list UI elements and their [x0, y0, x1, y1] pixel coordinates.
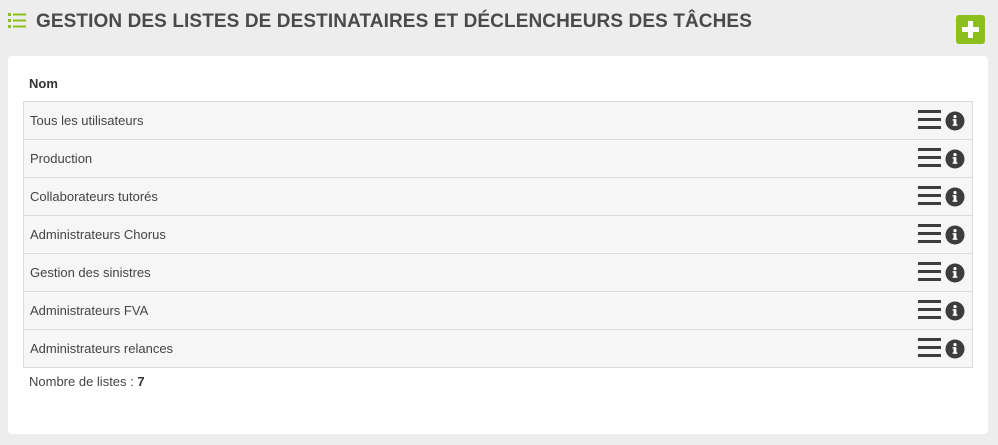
menu-icon[interactable]: [918, 109, 941, 130]
menu-icon[interactable]: [918, 299, 941, 320]
lists-panel: Nom Tous les utilisateurs Production Colla…: [8, 56, 988, 434]
plus-icon: [962, 21, 979, 38]
menu-icon[interactable]: [918, 147, 941, 168]
page-header: GESTION DES LISTES DE DESTINATAIRES ET D…: [0, 0, 998, 50]
table-row[interactable]: Administrateurs relances: [24, 330, 972, 368]
list-count: Nombre de listes : 7: [29, 374, 145, 389]
table-row[interactable]: Collaborateurs tutorés: [24, 178, 972, 216]
table-row[interactable]: Administrateurs FVA: [24, 292, 972, 330]
table-row[interactable]: Administrateurs Chorus: [24, 216, 972, 254]
table-row[interactable]: Production: [24, 140, 972, 178]
column-header-name: Nom: [29, 76, 58, 91]
lists-table: Tous les utilisateurs Production Collabora…: [23, 101, 973, 368]
row-name: Tous les utilisateurs: [30, 113, 144, 128]
row-name: Collaborateurs tutorés: [30, 189, 158, 204]
row-name: Administrateurs Chorus: [30, 227, 166, 242]
menu-icon[interactable]: [918, 185, 941, 206]
info-icon[interactable]: [945, 149, 965, 169]
info-icon[interactable]: [945, 263, 965, 283]
row-name: Gestion des sinistres: [30, 265, 151, 280]
info-icon[interactable]: [945, 339, 965, 359]
list-count-label: Nombre de listes :: [29, 374, 138, 389]
row-name: Production: [30, 151, 93, 166]
info-icon[interactable]: [945, 225, 965, 245]
add-list-button[interactable]: [956, 15, 985, 44]
page-title: GESTION DES LISTES DE DESTINATAIRES ET D…: [36, 11, 752, 32]
table-row[interactable]: Tous les utilisateurs: [24, 102, 972, 140]
row-name: Administrateurs relances: [30, 341, 174, 356]
row-name: Administrateurs FVA: [30, 303, 149, 318]
info-icon[interactable]: [945, 187, 965, 207]
info-icon[interactable]: [945, 111, 965, 131]
menu-icon[interactable]: [918, 337, 941, 358]
info-icon[interactable]: [945, 301, 965, 321]
table-row[interactable]: Gestion des sinistres: [24, 254, 972, 292]
list-count-value: 7: [137, 374, 145, 389]
list-icon: [8, 13, 26, 29]
menu-icon[interactable]: [918, 261, 941, 282]
menu-icon[interactable]: [918, 223, 941, 244]
